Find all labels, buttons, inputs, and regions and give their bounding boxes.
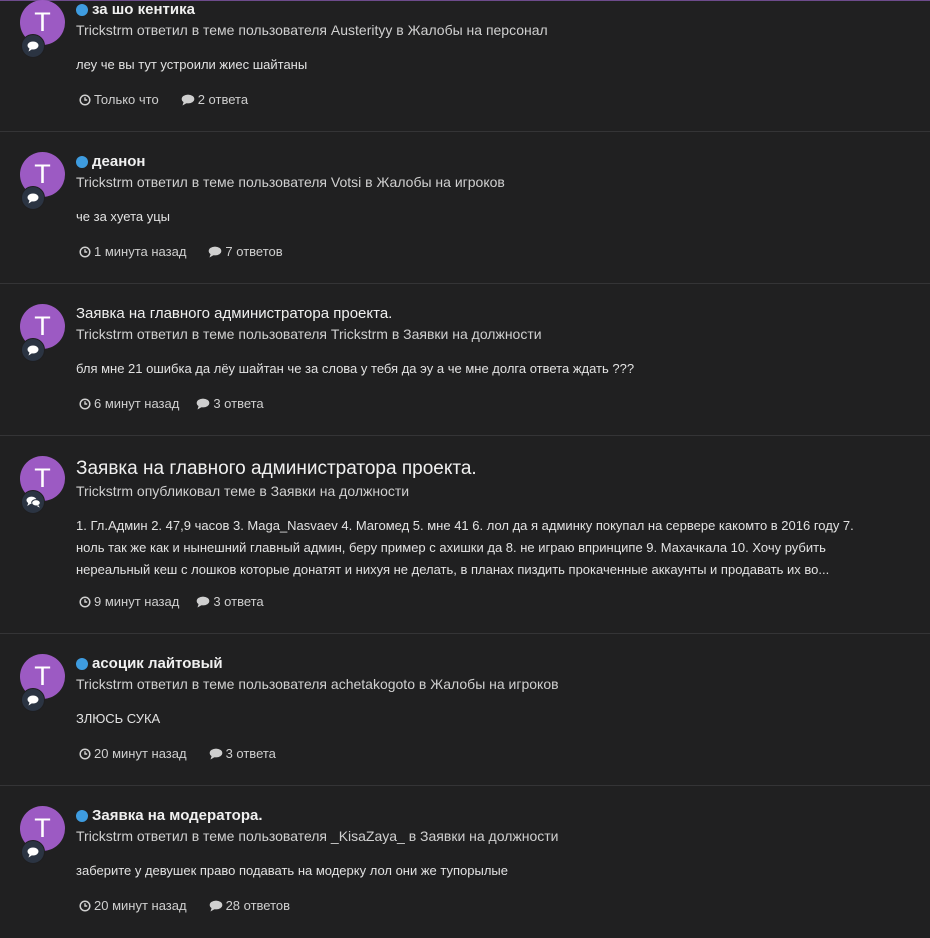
topic-title[interactable]: Заявка на главного администратора проект…: [76, 305, 392, 322]
topic-title[interactable]: Заявка на главного администратора проект…: [76, 458, 477, 480]
topic-title-text[interactable]: Заявка на главного администратора проект…: [76, 458, 477, 480]
comment-icon: [197, 398, 210, 409]
activity-meta: Trickstrm опубликовал теме в Заявки на д…: [76, 483, 410, 499]
activity-meta: Trickstrm ответил в теме пользователя Au…: [76, 22, 548, 38]
snippet-line: ноль так же как и нынешний главный админ…: [76, 540, 826, 555]
clock-icon: [79, 397, 91, 410]
time-stat: 1 минута назад: [79, 244, 186, 259]
comment-icon: [209, 748, 222, 759]
unread-indicator: [76, 657, 88, 670]
snippet-line: бля мне 21 ошибка да лёу шайтан че за сл…: [76, 361, 635, 376]
replies-label[interactable]: 3 ответа: [226, 746, 276, 761]
topic-title-text[interactable]: асоцик лайтовый: [92, 655, 223, 672]
time-label[interactable]: 20 минут назад: [94, 746, 187, 761]
replies-stat: 3 ответа: [196, 396, 264, 411]
comment-icon: [181, 94, 195, 105]
time-stat: 9 минут назад: [79, 594, 179, 609]
replies-stat: 3 ответа: [209, 746, 276, 761]
activity-item: T за шо кентика Trickstrm ответил в теме…: [0, 0, 930, 132]
comment-bubble-icon: [21, 186, 45, 210]
item-stats: 1 минута назад 7 ответов: [79, 244, 283, 259]
activity-item: T асоцик лайтовый Trickstrm ответил в те…: [0, 634, 930, 786]
clock-icon: [79, 747, 91, 760]
snippet-line: заберите у девушек право подавать на мод…: [76, 863, 509, 878]
replies-label[interactable]: 3 ответа: [213, 594, 263, 609]
replies-stat: 3 ответа: [196, 594, 264, 609]
time-stat: 20 минут назад: [79, 746, 187, 761]
post-snippet: леу че вы тут устроили жиес шайтаны: [76, 54, 906, 76]
clock-icon: [79, 93, 91, 106]
item-stats: 6 минут назад 3 ответа: [79, 396, 264, 411]
replies-stat: 7 ответов: [208, 244, 283, 259]
time-label[interactable]: 9 минут назад: [94, 594, 179, 609]
time-label[interactable]: 6 минут назад: [94, 396, 179, 411]
activity-item: T Заявка на главного администратора прое…: [0, 436, 930, 634]
comments-icon: [21, 490, 45, 514]
topic-title[interactable]: за шо кентика: [76, 1, 195, 18]
activity-meta: Trickstrm ответил в теме пользователя Tr…: [76, 326, 542, 342]
replies-stat: 28 ответов: [209, 898, 290, 913]
snippet-line: че за хуета уцы: [76, 209, 171, 224]
comment-bubble-icon: [21, 338, 45, 362]
comment-icon: [197, 596, 210, 607]
topic-title[interactable]: Заявка на модератора.: [76, 807, 263, 824]
time-stat: Только что: [79, 92, 159, 107]
comment-icon: [209, 900, 222, 911]
comment-bubble-icon: [21, 688, 45, 712]
replies-label[interactable]: 2 ответа: [198, 92, 248, 107]
comment-icon: [209, 246, 222, 257]
time-label[interactable]: Только что: [94, 92, 159, 107]
activity-item: T Заявка на модератора. Trickstrm ответи…: [0, 786, 930, 938]
activity-item: T деанон Trickstrm ответил в теме пользо…: [0, 132, 930, 284]
replies-stat: 2 ответа: [181, 92, 248, 107]
replies-label[interactable]: 28 ответов: [226, 898, 290, 913]
unread-indicator: [76, 3, 88, 16]
comment-bubble-icon: [21, 840, 45, 864]
post-snippet: бля мне 21 ошибка да лёу шайтан че за сл…: [76, 358, 906, 380]
comment-bubble-icon: [21, 34, 45, 58]
snippet-line: леу че вы тут устроили жиес шайтаны: [76, 57, 308, 72]
activity-feed: T за шо кентика Trickstrm ответил в теме…: [0, 0, 930, 938]
time-stat: 6 минут назад: [79, 396, 179, 411]
unread-indicator: [76, 155, 88, 168]
post-snippet: заберите у девушек право подавать на мод…: [76, 860, 906, 882]
activity-item: T Заявка на главного администратора прое…: [0, 284, 930, 436]
replies-label[interactable]: 3 ответа: [213, 396, 263, 411]
snippet-line: ЗЛЮСЬ СУКА: [76, 711, 161, 726]
post-snippet: 1. Гл.Админ 2. 47,9 часов 3. Maga_Nasvae…: [76, 515, 906, 581]
topic-title[interactable]: асоцик лайтовый: [76, 655, 223, 672]
activity-meta: Trickstrm ответил в теме пользователя Vo…: [76, 174, 505, 190]
activity-meta: Trickstrm ответил в теме пользователя _K…: [76, 828, 559, 844]
topic-title-text[interactable]: Заявка на модератора.: [92, 807, 263, 824]
clock-icon: [79, 899, 91, 912]
item-stats: 9 минут назад 3 ответа: [79, 594, 264, 609]
topic-title-text[interactable]: Заявка на главного администратора проект…: [76, 305, 392, 322]
post-snippet: ЗЛЮСЬ СУКА: [76, 708, 906, 730]
topic-title[interactable]: деанон: [76, 153, 146, 170]
snippet-line: нереальный кеш с лошков которые донатят …: [76, 562, 830, 577]
time-label[interactable]: 20 минут назад: [94, 898, 187, 913]
clock-icon: [79, 245, 91, 258]
unread-indicator: [76, 809, 88, 822]
topic-title-text[interactable]: деанон: [92, 153, 146, 170]
item-stats: 20 минут назад 28 ответов: [79, 898, 290, 913]
time-stat: 20 минут назад: [79, 898, 187, 913]
item-stats: 20 минут назад 3 ответа: [79, 746, 276, 761]
post-snippet: че за хуета уцы: [76, 206, 906, 228]
replies-label[interactable]: 7 ответов: [225, 244, 282, 259]
item-stats: Только что 2 ответа: [79, 92, 248, 107]
snippet-line: 1. Гл.Админ 2. 47,9 часов 3. Maga_Nasvae…: [76, 518, 854, 533]
clock-icon: [79, 595, 91, 608]
time-label[interactable]: 1 минута назад: [94, 244, 186, 259]
topic-title-text[interactable]: за шо кентика: [92, 1, 195, 18]
activity-meta: Trickstrm ответил в теме пользователя ac…: [76, 676, 559, 692]
